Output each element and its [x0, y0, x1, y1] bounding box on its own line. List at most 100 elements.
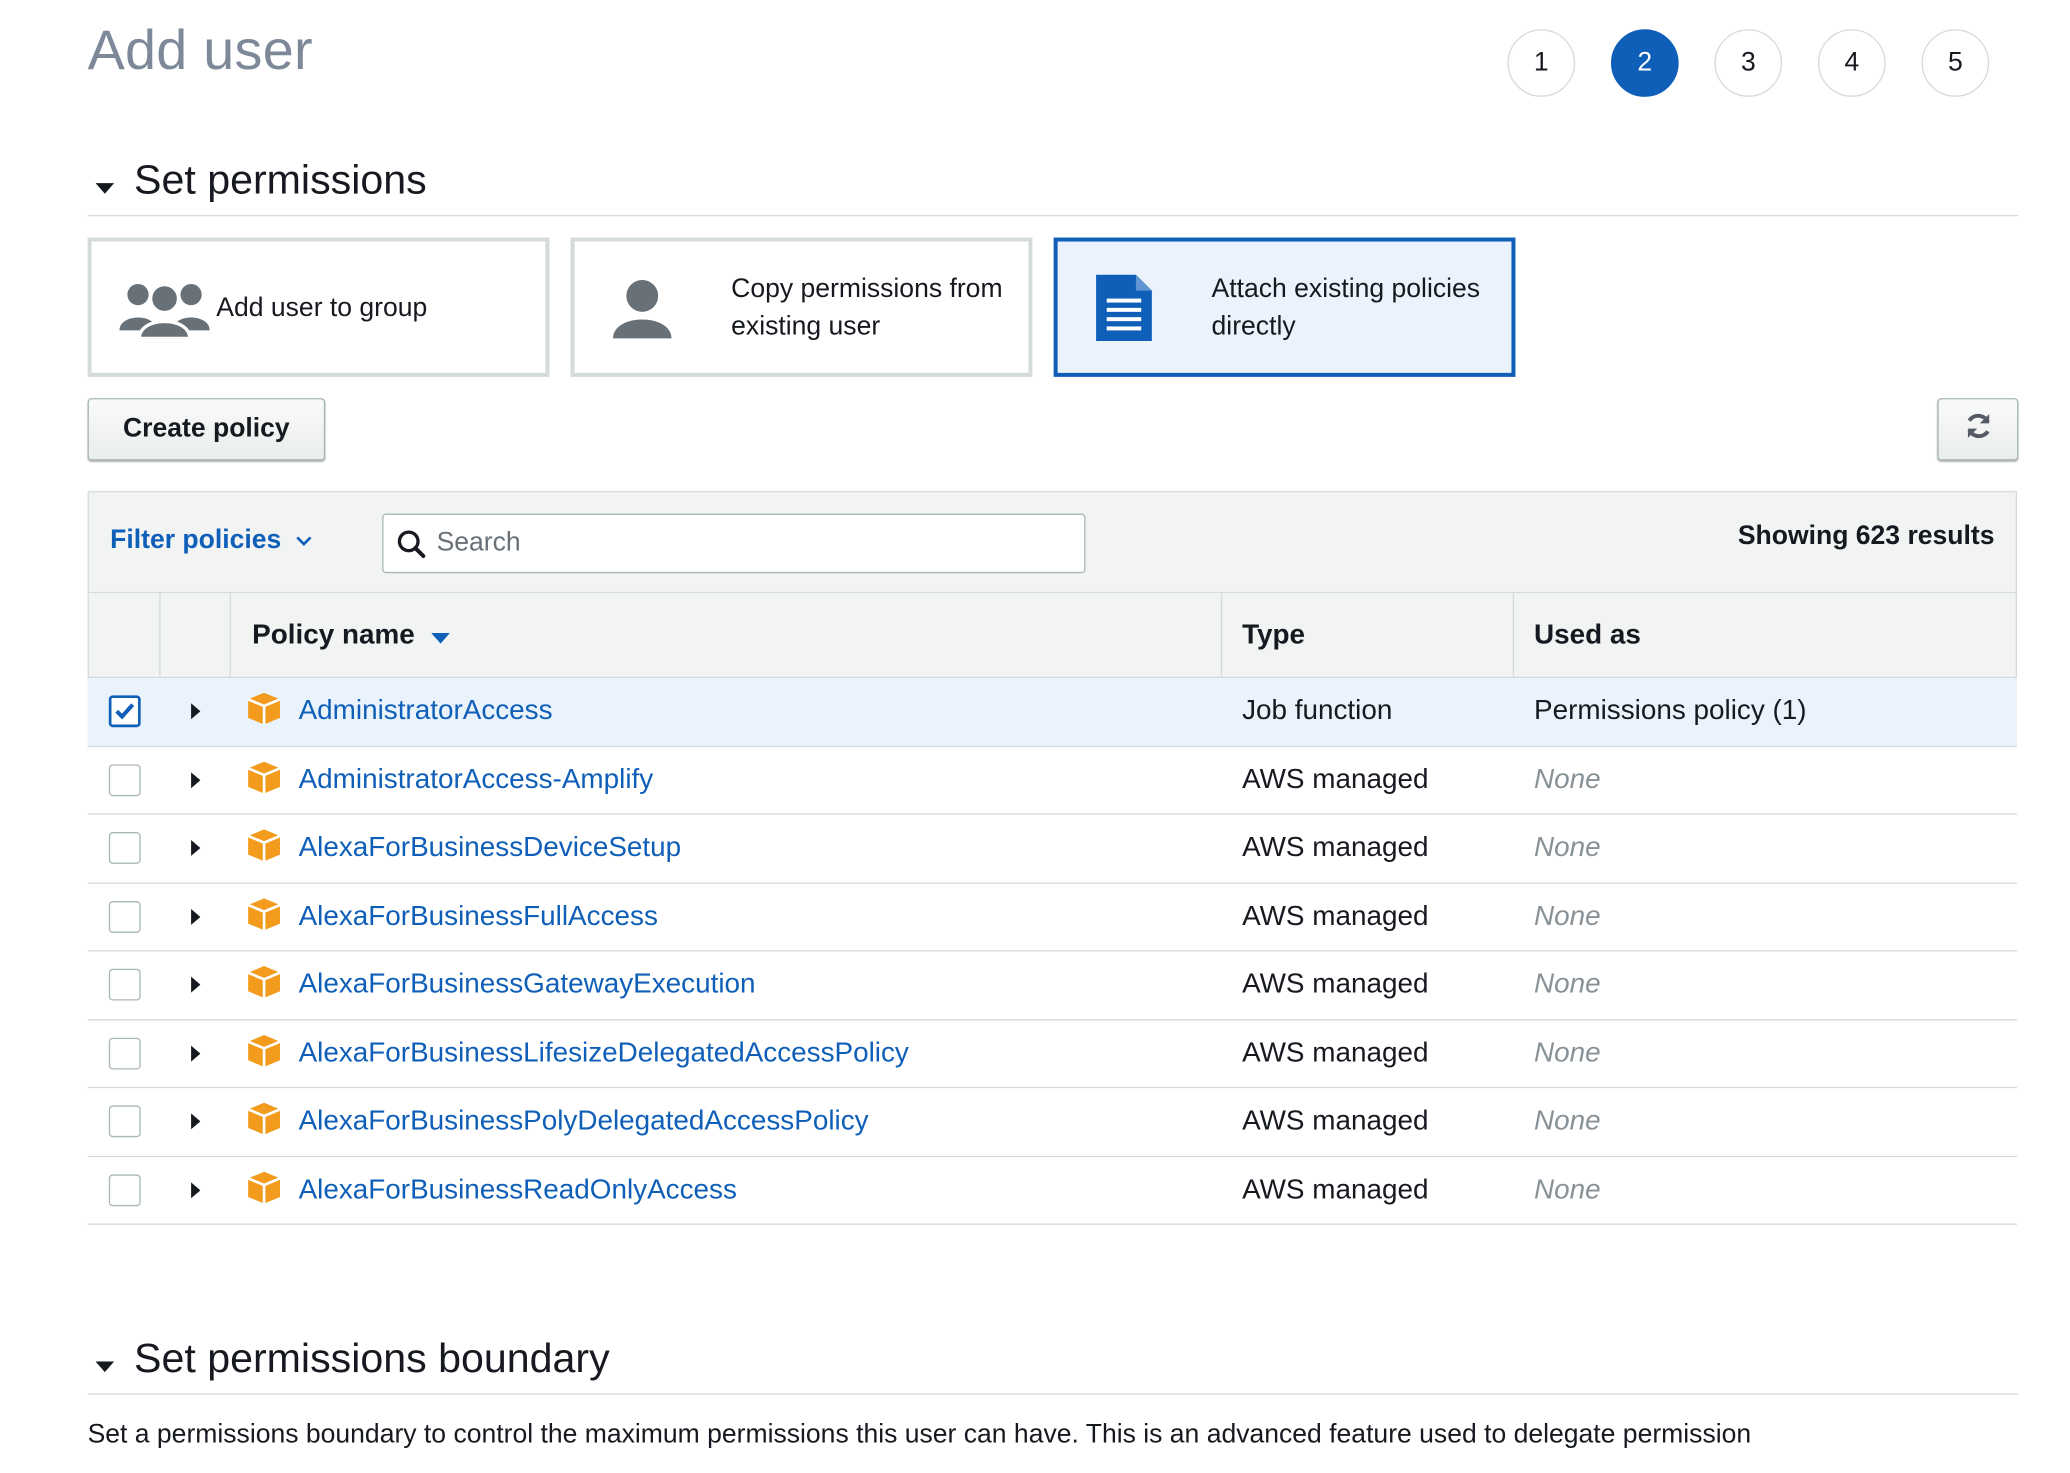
package-icon [247, 1170, 282, 1211]
column-divider [159, 593, 161, 677]
row-checkbox[interactable] [108, 900, 141, 933]
policy-type: Job function [1242, 695, 1393, 726]
add-user-page: Add user 1 2 3 4 5 Set permissions Add u… [0, 0, 2070, 1473]
row-checkbox[interactable] [108, 832, 141, 864]
policy-name-link[interactable]: AdministratorAccess [299, 695, 553, 727]
wizard-step-4[interactable]: 4 [1817, 29, 1886, 97]
policy-type: AWS managed [1242, 1173, 1429, 1205]
table-row[interactable]: AdministratorAccess Job function Permiss… [87, 678, 2018, 747]
policy-name-column-header[interactable]: Policy name [252, 619, 450, 652]
package-icon [247, 896, 282, 937]
policy-name-link[interactable]: AlexaForBusinessReadOnlyAccess [299, 1174, 737, 1206]
policy-type: AWS managed [1242, 1037, 1429, 1068]
set-permissions-heading: Set permissions [134, 156, 427, 204]
policy-name-link[interactable]: AlexaForBusinessGatewayExecution [299, 969, 756, 1001]
filter-policies-label: Filter policies [110, 525, 282, 555]
table-row[interactable]: AlexaForBusinessDeviceSetup AWS managed … [87, 815, 2018, 884]
refresh-button[interactable] [1937, 398, 2019, 461]
expand-row-icon[interactable] [191, 1045, 201, 1061]
expand-row-icon[interactable] [191, 976, 201, 993]
policy-type: AWS managed [1242, 968, 1429, 1000]
policy-used-as: None [1534, 968, 1601, 1000]
package-icon [247, 760, 282, 801]
policy-type: AWS managed [1242, 763, 1429, 795]
collapse-caret-icon [95, 1361, 115, 1373]
wizard-step-5[interactable]: 5 [1921, 29, 1990, 97]
policies-table: Filter policies Showing 623 results [87, 490, 2018, 1225]
row-checkbox[interactable] [108, 695, 141, 728]
option-label: Add user to group [216, 292, 428, 322]
chevron-down-icon [295, 525, 314, 556]
row-checkbox[interactable] [108, 1173, 141, 1206]
policy-used-as: None [1534, 1037, 1601, 1068]
option-copy-permissions[interactable]: Copy permissions from existing user [570, 237, 1033, 377]
expand-row-icon[interactable] [191, 771, 201, 788]
table-row[interactable]: AlexaForBusinessReadOnlyAccess AWS manag… [87, 1156, 2018, 1225]
column-divider [229, 593, 231, 677]
policy-type: AWS managed [1242, 900, 1429, 931]
option-label: Copy permissions from existing user [731, 274, 1003, 341]
policy-used-as: None [1534, 832, 1601, 863]
package-icon [247, 965, 282, 1006]
row-checkbox[interactable] [108, 763, 141, 796]
policy-name-link[interactable]: AlexaForBusinessFullAccess [299, 900, 658, 932]
wizard-step-1[interactable]: 1 [1507, 29, 1576, 97]
expand-row-icon[interactable] [191, 908, 201, 925]
wizard-step-3[interactable]: 3 [1714, 29, 1783, 97]
results-count: Showing 623 results [1737, 521, 1995, 551]
option-add-user-to-group[interactable]: Add user to group [87, 237, 550, 377]
table-row[interactable]: AlexaForBusinessFullAccess AWS managed N… [87, 883, 2018, 952]
expand-row-icon[interactable] [191, 839, 201, 856]
policy-used-as: None [1534, 1173, 1601, 1205]
table-body: AdministratorAccess Job function Permiss… [87, 678, 2018, 1225]
search-input[interactable] [433, 526, 1063, 560]
option-attach-policies[interactable]: Attach existing policies directly [1053, 237, 1516, 377]
table-toolbar: Filter policies Showing 623 results [87, 490, 2018, 594]
table-row[interactable]: AdministratorAccess-Amplify AWS managed … [87, 746, 2018, 815]
package-icon [247, 1101, 282, 1142]
policy-used-as: Permissions policy (1) [1534, 695, 1807, 726]
permissions-boundary-description: Set a permissions boundary to control th… [87, 1419, 1752, 1450]
policy-used-as: None [1534, 900, 1601, 931]
package-icon [247, 691, 282, 732]
type-column-header[interactable]: Type [1242, 620, 1305, 652]
used-as-column-header[interactable]: Used as [1534, 620, 1641, 652]
wizard-step-2[interactable]: 2 [1610, 29, 1679, 97]
column-divider [1512, 593, 1515, 677]
policy-name-link[interactable]: AdministratorAccess-Amplify [299, 764, 654, 796]
create-policy-button[interactable]: Create policy [87, 398, 326, 461]
option-label: Attach existing policies directly [1211, 274, 1481, 341]
table-row[interactable]: AlexaForBusinessPolyDelegatedAccessPolic… [87, 1088, 2018, 1157]
expand-row-icon[interactable] [191, 1181, 201, 1198]
user-icon [609, 275, 675, 339]
policy-name-link[interactable]: AlexaForBusinessLifesizeDelegatedAccessP… [299, 1037, 909, 1069]
policy-used-as: None [1534, 763, 1601, 795]
policy-name-link[interactable]: AlexaForBusinessPolyDelegatedAccessPolic… [299, 1105, 869, 1137]
sort-caret-icon [430, 620, 450, 652]
row-checkbox[interactable] [108, 1037, 141, 1069]
package-icon [247, 1033, 282, 1074]
group-icon [118, 277, 211, 338]
document-icon [1092, 271, 1156, 343]
row-checkbox[interactable] [108, 1105, 141, 1138]
refresh-icon [1963, 411, 1992, 447]
table-header: Policy name Type Used as [87, 593, 2018, 679]
set-permissions-section-header[interactable]: Set permissions [87, 146, 2019, 217]
row-checkbox[interactable] [108, 968, 141, 1001]
policy-name-header-label: Policy name [252, 619, 415, 651]
table-row[interactable]: AlexaForBusinessGatewayExecution AWS man… [87, 951, 2018, 1020]
package-icon [247, 828, 282, 869]
permissions-boundary-section-header[interactable]: Set permissions boundary [87, 1324, 2019, 1395]
expand-row-icon[interactable] [191, 703, 201, 720]
checkmark-icon [115, 703, 135, 720]
policy-name-link[interactable]: AlexaForBusinessDeviceSetup [299, 832, 682, 864]
filter-policies-dropdown[interactable]: Filter policies [110, 525, 313, 556]
table-row[interactable]: AlexaForBusinessLifesizeDelegatedAccessP… [87, 1020, 2018, 1089]
policy-used-as: None [1534, 1105, 1601, 1136]
wizard-steps: 1 2 3 4 5 [1507, 29, 1990, 97]
policy-type: AWS managed [1242, 832, 1429, 863]
column-divider [1220, 593, 1223, 677]
search-box [382, 513, 1086, 574]
expand-row-icon[interactable] [191, 1113, 201, 1130]
search-icon [397, 529, 426, 558]
